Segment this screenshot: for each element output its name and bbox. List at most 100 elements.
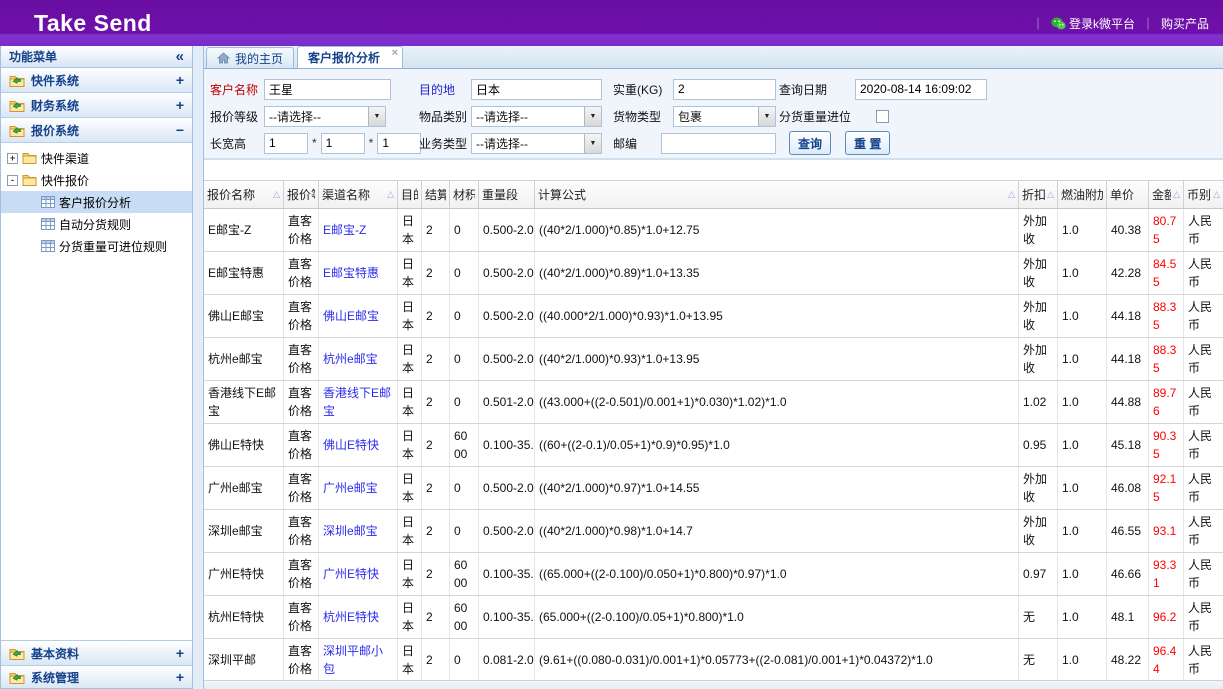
sort-icon[interactable]: △ <box>1211 189 1220 200</box>
sort-icon[interactable]: △ <box>1006 189 1015 200</box>
sidebar-section-0[interactable]: 快件系统+ <box>1 68 192 93</box>
customer-name-label: 客户名称 <box>210 81 264 98</box>
channel-link[interactable]: 杭州E特快 <box>323 608 379 626</box>
expand-toggle-icon[interactable]: + <box>176 72 184 88</box>
expand-toggle-icon[interactable]: + <box>176 669 184 685</box>
sort-icon[interactable]: △ <box>1045 189 1054 200</box>
query-form: 客户名称 目的地 实重(KG) 查询日期 <box>204 69 1223 160</box>
tree-item-自动分货规则[interactable]: 自动分货规则 <box>1 213 192 235</box>
table-row[interactable]: 香港线下E邮宝直客价格香港线下E邮宝日本200.501-2.000((43.00… <box>204 381 1223 424</box>
sort-icon[interactable]: △ <box>1171 189 1180 200</box>
expand-toggle-icon[interactable]: − <box>176 122 184 138</box>
form-row-3: 长宽高 * * 业务类型 --请选择-- ▼ <box>204 132 1223 159</box>
column-header-0[interactable]: 报价名称△ <box>204 181 284 208</box>
sidebar-section-2[interactable]: 报价系统− <box>1 118 192 143</box>
query-date-input[interactable] <box>855 79 987 100</box>
column-header-9[interactable]: 燃油附加 <box>1058 181 1107 208</box>
customer-name-input[interactable] <box>264 79 391 100</box>
table-row[interactable]: E邮宝特惠直客价格E邮宝特惠日本200.500-2.000((40*2/1.00… <box>204 252 1223 295</box>
table-cell: 深圳e邮宝 <box>204 510 284 552</box>
column-header-7[interactable]: 计算公式△ <box>535 181 1019 208</box>
table-row[interactable]: E邮宝-Z直客价格E邮宝-Z日本200.500-2.000((40*2/1.00… <box>204 209 1223 252</box>
actual-weight-input[interactable] <box>673 79 776 100</box>
quote-grade-select[interactable]: --请选择-- ▼ <box>264 106 386 127</box>
column-header-3[interactable]: 目的地 <box>398 181 422 208</box>
table-row[interactable]: 深圳e邮宝直客价格深圳e邮宝日本200.500-2.000((40*2/1.00… <box>204 510 1223 553</box>
expand-toggle-icon[interactable]: + <box>176 645 184 661</box>
column-header-1[interactable]: 报价等级 <box>284 181 319 208</box>
sidebar-section-bottom-0[interactable]: 基本资料+ <box>1 641 192 666</box>
query-date-label: 查询日期 <box>779 81 855 98</box>
tree-item-label: 快件渠道 <box>41 150 89 167</box>
column-header-11[interactable]: 金额△ <box>1149 181 1184 208</box>
tab-customer-quote-analysis[interactable]: 客户报价分析 × <box>297 46 403 68</box>
expand-toggle-icon[interactable]: + <box>176 97 184 113</box>
table-cell: 6000 <box>450 424 479 466</box>
horizontal-scrollbar[interactable] <box>204 680 1223 689</box>
sort-icon[interactable]: △ <box>385 189 394 200</box>
table-cell: ((40*2/1.000)*0.89)*1.0+13.35 <box>535 252 1019 294</box>
column-header-10[interactable]: 单价 <box>1107 181 1149 208</box>
chevron-down-icon[interactable]: ▼ <box>368 107 385 126</box>
sidebar-section-1[interactable]: 财务系统+ <box>1 93 192 118</box>
channel-link-cell: 广州e邮宝 <box>319 467 398 509</box>
column-header-6[interactable]: 重量段 <box>479 181 535 208</box>
tree-item-分货重量可进位规则[interactable]: 分货重量可进位规则 <box>1 235 192 257</box>
tree-item-客户报价分析[interactable]: 客户报价分析 <box>1 191 192 213</box>
channel-link[interactable]: 香港线下E邮宝 <box>323 384 393 420</box>
collapse-sidebar-icon[interactable]: « <box>176 49 184 64</box>
reset-button[interactable]: 重 置 <box>845 131 890 155</box>
column-header-12[interactable]: 币别△ <box>1184 181 1223 208</box>
table-row[interactable]: 广州E特快直客价格广州E特快日本260000.100-35.000((65.00… <box>204 553 1223 596</box>
channel-link[interactable]: 广州e邮宝 <box>323 479 378 497</box>
table-row[interactable]: 佛山E特快直客价格佛山E特快日本260000.100-35.000((60+((… <box>204 424 1223 467</box>
table-row[interactable]: 杭州e邮宝直客价格杭州e邮宝日本200.500-2.000((40*2/1.00… <box>204 338 1223 381</box>
close-tab-icon[interactable]: × <box>392 48 398 59</box>
channel-link[interactable]: 佛山E邮宝 <box>323 307 379 325</box>
sidebar-section-bottom-1[interactable]: 系统管理+ <box>1 666 192 688</box>
tree-item-快件渠道[interactable]: + 快件渠道 <box>1 147 192 169</box>
channel-link[interactable]: 广州E特快 <box>323 565 379 583</box>
login-wechat-label: 登录k微平台 <box>1069 15 1135 32</box>
chevron-down-icon[interactable]: ▼ <box>584 134 601 153</box>
table-cell: 直客价格 <box>284 295 319 337</box>
width-input[interactable] <box>321 133 365 154</box>
table-row[interactable]: 佛山E邮宝直客价格佛山E邮宝日本200.500-2.000((40.000*2/… <box>204 295 1223 338</box>
chevron-down-icon[interactable]: ▼ <box>584 107 601 126</box>
search-button[interactable]: 查询 <box>789 131 831 155</box>
tree-expander-icon[interactable]: + <box>7 153 18 164</box>
channel-link[interactable]: 佛山E特快 <box>323 436 379 454</box>
buy-product-link[interactable]: 购买产品 <box>1161 15 1209 32</box>
table-cell: ((40*2/1.000)*0.93)*1.0+13.95 <box>535 338 1019 380</box>
table-cell: 96.2 <box>1149 596 1184 638</box>
tree-expander-icon[interactable]: - <box>7 175 18 186</box>
table-row[interactable]: 杭州E特快直客价格杭州E特快日本260000.100-35.000(65.000… <box>204 596 1223 639</box>
channel-link[interactable]: 深圳e邮宝 <box>323 522 378 540</box>
channel-link[interactable]: E邮宝-Z <box>323 221 366 239</box>
sort-icon[interactable]: △ <box>271 189 280 200</box>
column-header-label: 币别 <box>1187 186 1211 203</box>
split-weight-carry-checkbox[interactable] <box>876 110 889 123</box>
item-category-select[interactable]: --请选择-- ▼ <box>471 106 602 127</box>
destination-input[interactable] <box>471 79 602 100</box>
channel-link[interactable]: E邮宝特惠 <box>323 264 379 282</box>
sidebar-splitter[interactable] <box>193 46 203 689</box>
column-header-2[interactable]: 渠道名称△ <box>319 181 398 208</box>
zipcode-input[interactable] <box>661 133 776 154</box>
table-row[interactable]: 深圳平邮直客价格深圳平邮小包日本200.081-2.000(9.61+((0.0… <box>204 639 1223 682</box>
business-type-select[interactable]: --请选择-- ▼ <box>471 133 602 154</box>
table-cell: 80.75 <box>1149 209 1184 251</box>
chevron-down-icon[interactable]: ▼ <box>758 107 775 126</box>
tree-item-快件报价[interactable]: -快件报价 <box>1 169 192 191</box>
login-wechat-link[interactable]: 登录k微平台 <box>1051 15 1135 32</box>
cargo-type-select[interactable]: 包裹 ▼ <box>673 106 776 127</box>
table-row[interactable]: 广州e邮宝直客价格广州e邮宝日本200.500-2.000((40*2/1.00… <box>204 467 1223 510</box>
channel-link[interactable]: 深圳平邮小包 <box>323 642 393 678</box>
length-input[interactable] <box>264 133 308 154</box>
column-header-5[interactable]: 材积基 <box>450 181 479 208</box>
tab-my-homepage[interactable]: 我的主页 <box>206 47 294 68</box>
column-header-8[interactable]: 折扣△ <box>1019 181 1058 208</box>
channel-link[interactable]: 杭州e邮宝 <box>323 350 378 368</box>
column-header-4[interactable]: 结算重 <box>422 181 450 208</box>
height-input[interactable] <box>377 133 421 154</box>
